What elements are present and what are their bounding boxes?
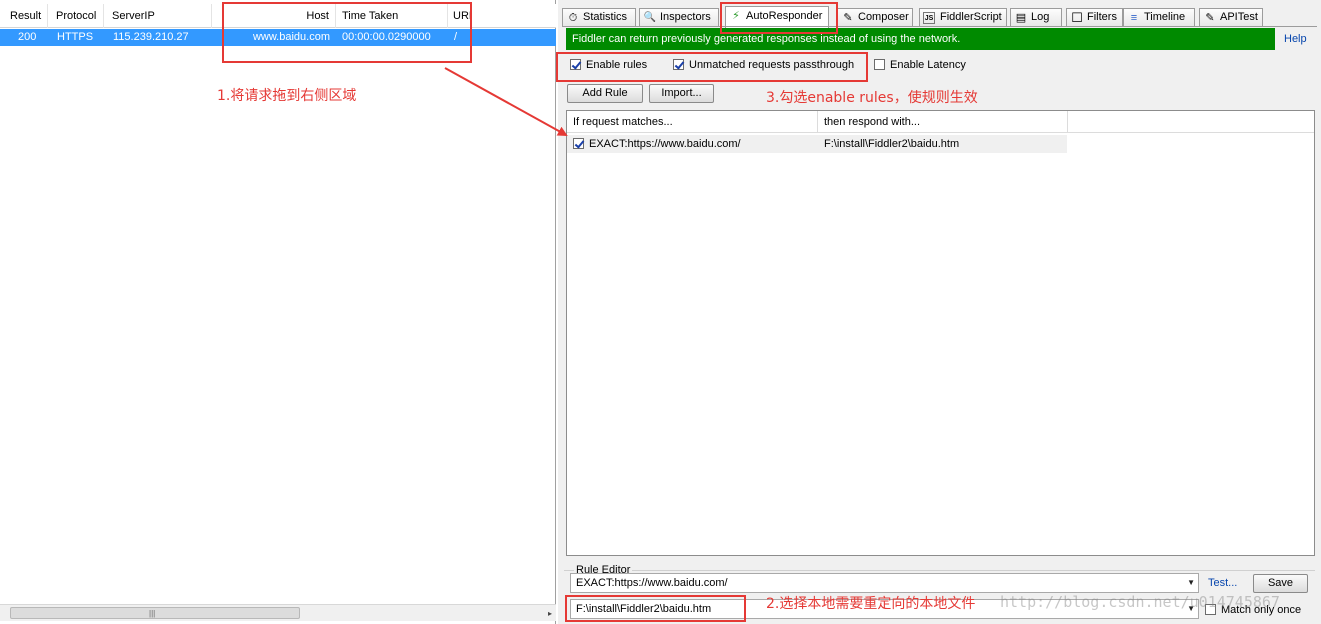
session-host: www.baidu.com bbox=[252, 31, 330, 43]
test-link[interactable]: Test... bbox=[1208, 577, 1237, 589]
log-icon: ▤ bbox=[1015, 12, 1027, 24]
annotation-step1: 1.将请求拖到右侧区域 bbox=[217, 88, 357, 104]
unmatched-passthrough-checkbox[interactable] bbox=[673, 59, 684, 70]
sessions-header: Result Protocol ServerIP Host Time Taken… bbox=[0, 4, 556, 28]
session-result: 200 bbox=[18, 31, 37, 43]
column-protocol[interactable]: Protocol bbox=[48, 4, 104, 28]
tab-filters[interactable]: ☐ Filters bbox=[1066, 8, 1123, 27]
tab-autoresponder[interactable]: ⚡ AutoResponder bbox=[725, 6, 829, 28]
tab-fiddlerscript[interactable]: JS FiddlerScript bbox=[919, 8, 1007, 27]
tab-label: Statistics bbox=[583, 11, 628, 23]
filter-checkbox-icon: ☐ bbox=[1071, 10, 1083, 25]
tab-divider bbox=[562, 26, 1317, 27]
rules-header: If request matches... then respond with.… bbox=[567, 111, 1314, 133]
save-button[interactable]: Save bbox=[1253, 574, 1308, 593]
pencil-icon: ✎ bbox=[843, 12, 853, 24]
rule-enabled-checkbox[interactable] bbox=[573, 138, 584, 149]
tab-label: Inspectors bbox=[660, 11, 711, 23]
rule-match-value: EXACT:https://www.baidu.com/ bbox=[576, 577, 728, 589]
tab-label: AutoResponder bbox=[746, 10, 823, 22]
tab-label: Composer bbox=[858, 11, 909, 23]
column-host[interactable]: Host bbox=[212, 4, 336, 28]
stopwatch-icon: ⏱ bbox=[568, 12, 578, 24]
rule-row[interactable]: EXACT:https://www.baidu.com/ F:\install\… bbox=[567, 135, 1067, 153]
session-url: / bbox=[454, 31, 458, 43]
column-result[interactable]: Result bbox=[0, 4, 48, 28]
rule-match: EXACT:https://www.baidu.com/ bbox=[589, 138, 741, 150]
column-url[interactable]: URL bbox=[448, 4, 472, 28]
tab-timeline[interactable]: ≡ Timeline bbox=[1123, 8, 1195, 27]
rule-respond: F:\install\Fiddler2\baidu.htm bbox=[824, 138, 960, 150]
scrollbar-grip-icon: ||| bbox=[149, 609, 156, 618]
rule-match-combo[interactable]: EXACT:https://www.baidu.com/ ▼ bbox=[570, 573, 1199, 593]
tab-label: Filters bbox=[1087, 11, 1117, 23]
timeline-icon: ≡ bbox=[1130, 12, 1138, 24]
tab-composer[interactable]: ✎ Composer bbox=[837, 8, 913, 27]
lightning-icon: ⚡ bbox=[732, 10, 740, 22]
info-banner: Fiddler can return previously generated … bbox=[566, 28, 1275, 50]
session-serverip: 115.239.210.27 bbox=[113, 31, 189, 43]
session-protocol: HTTPS bbox=[57, 31, 94, 43]
rule-editor-frame bbox=[564, 570, 1315, 571]
scroll-right-arrow-icon[interactable]: ▸ bbox=[548, 605, 552, 622]
annotation-step2: 2.选择本地需要重定向的本地文件 bbox=[766, 596, 976, 612]
tab-label: APITest bbox=[1220, 11, 1258, 23]
tab-apitest[interactable]: ✎ APITest bbox=[1199, 8, 1263, 27]
enable-latency-checkbox[interactable] bbox=[874, 59, 885, 70]
column-time-taken[interactable]: Time Taken bbox=[336, 4, 448, 28]
enable-latency-label[interactable]: Enable Latency bbox=[890, 59, 966, 72]
column-if-request-matches[interactable]: If request matches... bbox=[567, 111, 818, 133]
enable-rules-label[interactable]: Enable rules bbox=[586, 59, 647, 72]
horizontal-scrollbar[interactable]: ||| ▸ bbox=[0, 604, 556, 621]
chevron-down-icon[interactable]: ▼ bbox=[1187, 574, 1195, 592]
tab-strip: ⏱ Statistics 🔍 Inspectors ⚡ AutoResponde… bbox=[562, 6, 1317, 28]
tab-log[interactable]: ▤ Log bbox=[1010, 8, 1062, 27]
scrollbar-thumb[interactable]: ||| bbox=[10, 607, 300, 619]
api-icon: ✎ bbox=[1205, 12, 1215, 24]
unmatched-passthrough-label[interactable]: Unmatched requests passthrough bbox=[689, 59, 854, 72]
column-then-respond-with[interactable]: then respond with... bbox=[818, 111, 1068, 133]
watermark: http://blog.csdn.net/u014745867 bbox=[1000, 593, 1280, 611]
tab-statistics[interactable]: ⏱ Statistics bbox=[562, 8, 636, 27]
column-serverip[interactable]: ServerIP bbox=[104, 4, 212, 28]
tab-label: Log bbox=[1031, 11, 1050, 23]
add-rule-button[interactable]: Add Rule bbox=[567, 84, 643, 103]
tab-label: Timeline bbox=[1144, 11, 1186, 23]
import-button[interactable]: Import... bbox=[649, 84, 714, 103]
enable-rules-checkbox[interactable] bbox=[570, 59, 581, 70]
script-icon: JS bbox=[923, 12, 935, 24]
rules-list[interactable]: If request matches... then respond with.… bbox=[566, 110, 1315, 556]
tab-label: FiddlerScript bbox=[940, 11, 1002, 23]
session-time-taken: 00:00:00.0290000 bbox=[342, 31, 431, 43]
rule-respond-value: F:\install\Fiddler2\baidu.htm bbox=[576, 603, 712, 615]
annotation-step3: 3.勾选enable rules，使规则生效 bbox=[766, 90, 978, 106]
help-link[interactable]: Help bbox=[1284, 33, 1307, 45]
tab-inspectors[interactable]: 🔍 Inspectors bbox=[639, 8, 719, 27]
session-row[interactable]: 200 HTTPS 115.239.210.27 www.baidu.com 0… bbox=[0, 29, 556, 46]
magnifier-icon: 🔍 bbox=[643, 12, 657, 23]
